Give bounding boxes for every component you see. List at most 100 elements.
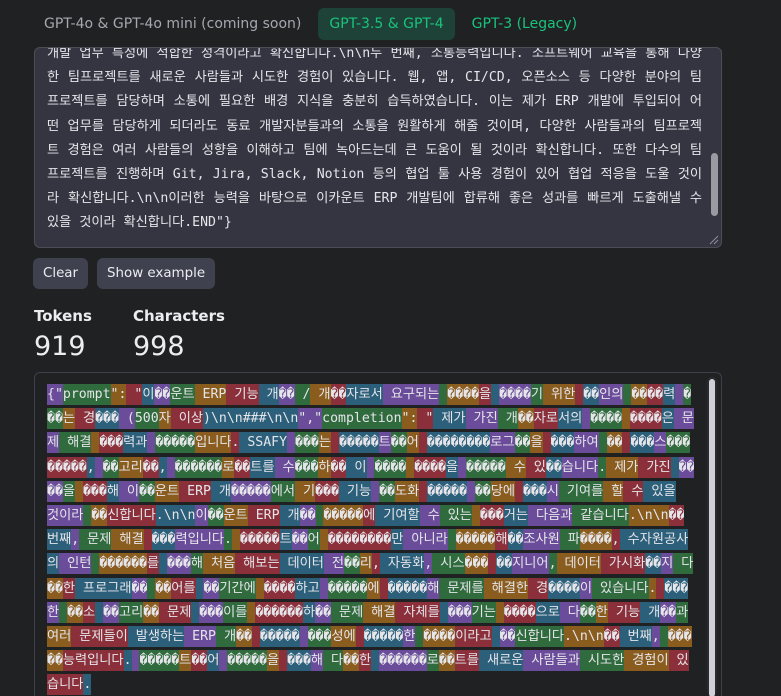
token: ERP bbox=[247, 505, 280, 527]
token: 데이터 bbox=[556, 553, 601, 575]
token: 서의 bbox=[557, 408, 583, 430]
token: ������ bbox=[255, 601, 303, 623]
token bbox=[471, 505, 480, 527]
token: 사람들과 bbox=[523, 650, 580, 672]
token: ��� bbox=[315, 480, 339, 502]
token: 문제들이 bbox=[71, 626, 128, 648]
characters-stat: Characters 998 bbox=[133, 307, 225, 362]
token: prompt bbox=[62, 384, 111, 405]
token: �� bbox=[390, 432, 407, 454]
token: ��� bbox=[307, 626, 332, 648]
token: ���� bbox=[579, 529, 612, 551]
prompt-textarea[interactable]: 개발 업무 특성에 적합한 성격이라고 확신합니다.\n\n두 번째, 소통능력… bbox=[34, 47, 722, 248]
token: "," bbox=[298, 408, 323, 430]
token: 트를 bbox=[454, 650, 480, 672]
tab-gpt-4o[interactable]: GPT-4o & GPT-4o mini (coming soon) bbox=[33, 8, 312, 40]
token: �� bbox=[47, 577, 63, 599]
token: 고리 bbox=[118, 601, 144, 623]
token: 하 bbox=[302, 601, 316, 623]
token: 아니라 bbox=[403, 529, 448, 551]
token: 해 bbox=[190, 553, 204, 575]
token: 다 bbox=[673, 553, 694, 575]
token: 요구되는 bbox=[382, 384, 440, 405]
token: 다 bbox=[323, 650, 344, 672]
token-scrollbar-thumb[interactable] bbox=[709, 379, 715, 696]
token: ��� bbox=[82, 480, 107, 502]
characters-label: Characters bbox=[133, 307, 225, 325]
tab-gpt-3-5-gpt-4[interactable]: GPT-3.5 & GPT-4 bbox=[318, 8, 455, 40]
token: 트 bbox=[378, 432, 391, 454]
resize-handle-icon[interactable] bbox=[708, 234, 719, 245]
token: ����� bbox=[155, 432, 196, 454]
token: �� bbox=[155, 577, 172, 599]
token: 개 bbox=[640, 601, 661, 623]
token: 트 bbox=[179, 650, 192, 672]
token: 프로그래 bbox=[75, 577, 132, 599]
token: 력입니다 bbox=[175, 529, 224, 551]
tab-gpt-3-legacy[interactable]: GPT-3 (Legacy) bbox=[461, 8, 589, 40]
token bbox=[159, 553, 168, 575]
token: �� bbox=[299, 505, 316, 527]
token: 번째 bbox=[47, 529, 72, 551]
token: ����� bbox=[227, 650, 267, 672]
token: �� bbox=[379, 480, 395, 502]
token: 문제 bbox=[79, 529, 112, 551]
token bbox=[675, 384, 684, 405]
token: �� bbox=[154, 384, 171, 405]
token: ���� bbox=[499, 384, 531, 405]
token: 으로 bbox=[535, 601, 560, 623]
token: 다음과 bbox=[528, 505, 573, 527]
token: ��� bbox=[287, 650, 311, 672]
token: , bbox=[611, 529, 620, 551]
token: �� bbox=[583, 384, 600, 405]
token: �� bbox=[315, 601, 332, 623]
token: 자 bbox=[158, 408, 171, 430]
token: �� bbox=[647, 384, 664, 405]
token: 운트 bbox=[223, 505, 248, 527]
token bbox=[447, 529, 456, 551]
token: 을 bbox=[530, 432, 543, 454]
token: 한 bbox=[403, 626, 416, 648]
token: completion bbox=[322, 408, 402, 430]
token bbox=[319, 577, 328, 599]
token: 기간에 bbox=[219, 577, 256, 599]
token: �� bbox=[579, 601, 596, 623]
token: ERP bbox=[184, 626, 216, 648]
token: ����� bbox=[323, 505, 364, 527]
token: 로 bbox=[222, 456, 235, 478]
token: 이 bbox=[195, 505, 208, 527]
prompt-text[interactable]: 개발 업무 특성에 적합한 성격이라고 확신합니다.\n\n두 번째, 소통능력… bbox=[47, 48, 702, 236]
token: 고리 bbox=[118, 456, 143, 478]
token: �� bbox=[291, 529, 308, 551]
token: . bbox=[223, 529, 232, 551]
token: 이라고 bbox=[455, 626, 492, 648]
token: , bbox=[651, 626, 660, 648]
token: 한 bbox=[62, 577, 76, 599]
token: 를 bbox=[146, 553, 160, 575]
token: �� bbox=[496, 553, 513, 575]
token: 지 bbox=[661, 553, 674, 575]
token: 것이라 bbox=[47, 505, 84, 527]
token: 할 bbox=[603, 480, 624, 502]
token: 수 bbox=[505, 456, 526, 478]
token: �� bbox=[91, 505, 108, 527]
action-buttons: Clear Show example bbox=[33, 258, 216, 289]
token: 기 bbox=[530, 384, 544, 405]
show-example-button[interactable]: Show example bbox=[97, 258, 216, 289]
token: 문제 bbox=[331, 601, 364, 623]
textarea-scrollbar[interactable] bbox=[711, 153, 718, 216]
token: �� bbox=[207, 505, 224, 527]
token: �� bbox=[438, 650, 455, 672]
token: 이 bbox=[346, 456, 367, 478]
token: ERP bbox=[179, 480, 211, 502]
clear-button[interactable]: Clear bbox=[33, 258, 89, 289]
token: �� bbox=[191, 650, 208, 672]
token: �� bbox=[236, 626, 252, 648]
token: 파 bbox=[559, 529, 580, 551]
model-tabs: GPT-4o & GPT-4o mini (coming soon) GPT-3… bbox=[33, 8, 588, 40]
token: ����� bbox=[466, 456, 506, 478]
token: 여러 bbox=[47, 626, 72, 648]
token: 조사원 bbox=[523, 529, 560, 551]
token: 인턴 bbox=[59, 553, 92, 575]
token: 력 bbox=[663, 384, 676, 405]
